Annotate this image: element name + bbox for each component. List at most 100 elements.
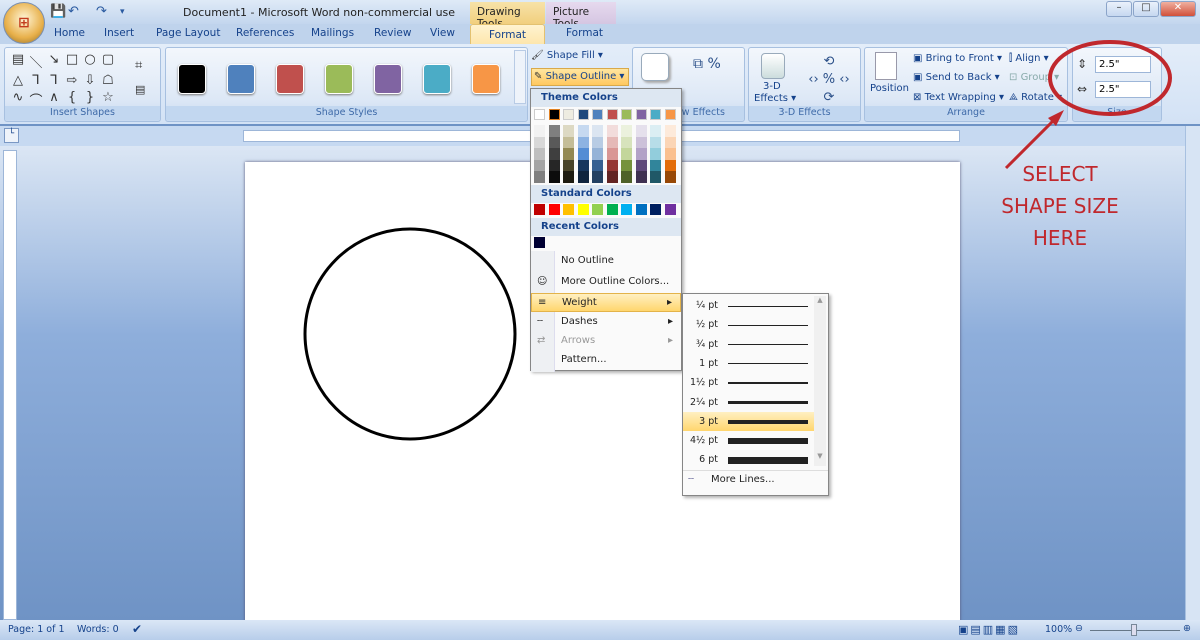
theme-shade-swatch[interactable] (650, 171, 661, 183)
shape-item[interactable]: ▢ (99, 52, 117, 71)
theme-shade-swatch[interactable] (548, 171, 560, 183)
standard-color-swatch[interactable] (606, 204, 618, 215)
shape-item[interactable]: ○ (81, 52, 99, 71)
theme-color-swatch[interactable] (592, 109, 603, 120)
shape-fill-button[interactable]: 🖌 Shape Fill ▾ (531, 50, 629, 66)
no-outline-item[interactable]: No Outline (531, 252, 681, 271)
shape-style-swatch[interactable] (374, 64, 402, 94)
minimize-button[interactable]: – (1106, 1, 1132, 17)
save-icon[interactable]: 💾 (50, 4, 66, 19)
theme-shade-swatch[interactable] (606, 136, 618, 148)
zoom-out-button[interactable]: ⊖ (1075, 623, 1083, 634)
standard-color-swatch[interactable] (548, 204, 560, 215)
weight-option[interactable]: ¾ pt (683, 335, 814, 354)
theme-shade-swatch[interactable] (650, 125, 661, 137)
theme-shade-swatch[interactable] (635, 159, 647, 171)
more-lines-item[interactable]: ┄ More Lines... (683, 470, 828, 490)
theme-shade-swatch[interactable] (534, 125, 545, 137)
theme-color-swatch[interactable] (534, 109, 545, 120)
theme-color-swatch[interactable] (635, 109, 647, 120)
theme-shade-swatch[interactable] (635, 148, 647, 160)
dashes-item[interactable]: ┄ Dashes ▸ (531, 313, 681, 332)
zoom-level[interactable]: 100% (1045, 624, 1072, 635)
theme-shade-swatch[interactable] (635, 125, 647, 137)
theme-shade-swatch[interactable] (621, 159, 632, 171)
theme-shade-swatch[interactable] (563, 125, 574, 137)
weight-scrollbar[interactable]: ▲ ▼ (814, 296, 826, 466)
shape-item[interactable]: △ (9, 73, 27, 88)
theme-shade-swatch[interactable] (577, 171, 589, 183)
customize-qat-icon[interactable]: ▾ (120, 7, 125, 17)
page-count[interactable]: Page: 1 of 1 (8, 624, 65, 635)
circle-outline[interactable] (303, 227, 517, 441)
more-outline-colors-item[interactable]: ☺ More Outline Colors... (531, 273, 681, 292)
theme-shade-swatch[interactable] (577, 136, 589, 148)
tab-page-layout[interactable]: Page Layout (156, 27, 220, 39)
tab-home[interactable]: Home (54, 27, 85, 39)
shape-item[interactable]: ⅂ (27, 73, 45, 88)
theme-shade-swatch[interactable] (635, 171, 647, 183)
theme-shade-swatch[interactable] (548, 148, 560, 160)
tab-mailings[interactable]: Mailings (311, 27, 354, 39)
shape-item[interactable]: ＼ (27, 52, 45, 71)
shape-style-swatch[interactable] (178, 64, 206, 94)
theme-shade-swatch[interactable] (592, 171, 603, 183)
weight-option[interactable]: ¼ pt (683, 296, 814, 315)
theme-shade-swatch[interactable] (606, 125, 618, 137)
standard-color-swatch[interactable] (563, 204, 574, 215)
3d-effects-icon[interactable] (761, 53, 785, 79)
close-button[interactable]: ✕ (1160, 1, 1196, 17)
shape-outline-button[interactable]: ✎ Shape Outline ▾ (531, 68, 629, 86)
theme-shade-swatch[interactable] (621, 148, 632, 160)
standard-color-swatch[interactable] (621, 204, 632, 215)
theme-shade-swatch[interactable] (664, 148, 676, 160)
weight-option[interactable]: 1½ pt (683, 373, 814, 392)
theme-shade-swatch[interactable] (563, 171, 574, 183)
shape-item[interactable]: ▤ (9, 52, 27, 71)
tilt-icons[interactable]: ⟲ ‹› % ‹› ⟳ (804, 53, 854, 107)
circle-shape[interactable] (300, 225, 520, 445)
tab-selector-button[interactable]: └ (4, 128, 19, 143)
weight-item[interactable]: ≡ Weight ▸ (531, 293, 681, 312)
shape-style-swatch[interactable] (276, 64, 304, 94)
theme-shade-swatch[interactable] (577, 148, 589, 160)
theme-shade-swatch[interactable] (664, 171, 676, 183)
tab-references[interactable]: References (236, 27, 294, 39)
theme-shade-swatch[interactable] (577, 125, 589, 137)
tab-format-picture[interactable]: Format (566, 27, 603, 39)
nudge-shadow-icon[interactable]: ⧉ % (693, 56, 721, 72)
redo-icon[interactable]: ↷ (96, 4, 107, 19)
maximize-button[interactable]: □ (1133, 1, 1159, 17)
theme-shade-swatch[interactable] (592, 148, 603, 160)
theme-shade-swatch[interactable] (534, 171, 545, 183)
theme-shade-swatch[interactable] (548, 159, 560, 171)
theme-shade-swatch[interactable] (606, 148, 618, 160)
weight-option[interactable]: 2¼ pt (683, 393, 814, 412)
shape-styles-scroll[interactable] (514, 50, 526, 104)
tab-view[interactable]: View (430, 27, 455, 39)
office-button[interactable]: ⊞ (3, 2, 45, 44)
shape-style-swatch[interactable] (423, 64, 451, 94)
theme-shade-swatch[interactable] (606, 159, 618, 171)
theme-color-swatch[interactable] (621, 109, 632, 120)
shape-item[interactable]: ↘ (45, 52, 63, 71)
theme-shade-swatch[interactable] (621, 125, 632, 137)
text-box-icon[interactable]: ▤ (135, 83, 145, 96)
theme-shade-swatch[interactable] (635, 136, 647, 148)
theme-shade-swatch[interactable] (621, 171, 632, 183)
standard-color-swatch[interactable] (664, 204, 676, 215)
theme-color-swatch[interactable] (563, 109, 574, 120)
theme-shade-swatch[interactable] (563, 148, 574, 160)
standard-color-swatch[interactable] (577, 204, 589, 215)
weight-option[interactable]: 4½ pt (683, 431, 814, 450)
theme-shade-swatch[interactable] (563, 159, 574, 171)
weight-option[interactable]: 1 pt (683, 354, 814, 373)
3d-effects-label[interactable]: 3-D (763, 81, 781, 92)
standard-color-swatch[interactable] (650, 204, 661, 215)
vertical-scrollbar[interactable] (1185, 126, 1200, 620)
undo-icon[interactable]: ↶ (68, 4, 79, 19)
shape-style-swatch[interactable] (325, 64, 353, 94)
send-to-back-button[interactable]: ▣ Send to Back ▾ (913, 72, 1000, 83)
zoom-in-button[interactable]: ⊕ (1183, 623, 1191, 634)
theme-shade-swatch[interactable] (534, 148, 545, 160)
